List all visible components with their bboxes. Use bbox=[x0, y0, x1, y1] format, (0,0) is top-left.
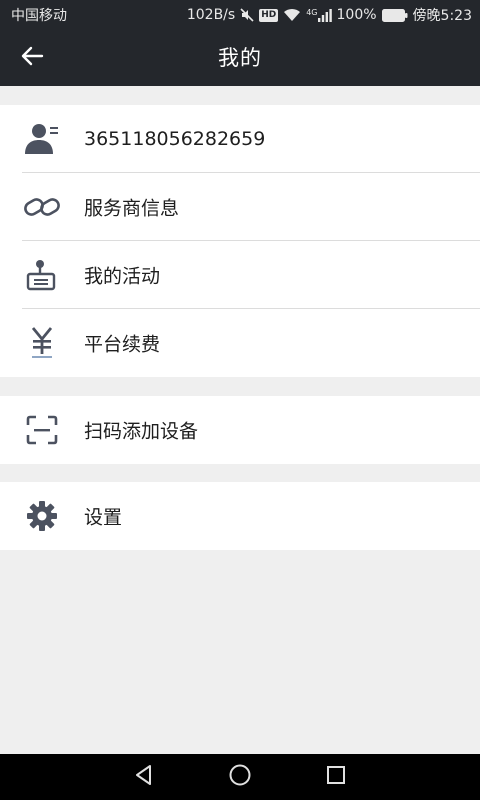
user-card-icon bbox=[22, 119, 62, 159]
hd-badge: HD bbox=[259, 8, 279, 22]
wifi-icon bbox=[283, 8, 301, 22]
menu-item-label: 我的活动 bbox=[84, 265, 161, 288]
arrow-left-icon bbox=[20, 44, 44, 72]
menu-item-my-activity[interactable]: 我的活动 bbox=[0, 241, 480, 309]
link-icon bbox=[22, 187, 62, 227]
menu-item-label: 平台续费 bbox=[84, 333, 161, 356]
menu-item-label: 扫码添加设备 bbox=[84, 420, 199, 443]
gear-icon bbox=[22, 496, 62, 536]
nav-back-button[interactable] bbox=[124, 757, 164, 797]
nav-home-button[interactable] bbox=[220, 757, 260, 797]
carrier-label: 中国移动 bbox=[11, 8, 67, 24]
title-bar: 我的 bbox=[0, 30, 480, 86]
menu-item-account[interactable]: 365118056282659 bbox=[0, 105, 480, 173]
network-speed: 102B/s bbox=[186, 7, 236, 23]
battery-percent: 100% bbox=[336, 7, 377, 23]
status-bar: 中国移动 102B/s HD 4G 100% 傍晚5:23 bbox=[0, 0, 480, 30]
menu-item-scan-add-device[interactable]: 扫码添加设备 bbox=[0, 396, 480, 464]
mute-icon bbox=[240, 8, 254, 22]
page-title: 我的 bbox=[218, 46, 262, 70]
menu-item-label: 服务商信息 bbox=[84, 197, 180, 220]
clock: 傍晚5:23 bbox=[412, 8, 472, 24]
circle-home-icon bbox=[228, 763, 252, 791]
nav-recents-button[interactable] bbox=[316, 757, 356, 797]
menu-item-provider-info[interactable]: 服务商信息 bbox=[0, 173, 480, 241]
menu-group-account: 365118056282659 服务商信息 我的活动 平台续费 bbox=[0, 105, 480, 377]
account-id: 365118056282659 bbox=[84, 128, 266, 150]
screen: 中国移动 102B/s HD 4G 100% 傍晚5:23 我的 3651180… bbox=[0, 0, 480, 800]
square-recents-icon bbox=[325, 764, 347, 790]
activity-icon bbox=[22, 255, 62, 295]
scan-icon bbox=[22, 410, 62, 450]
menu-item-label: 设置 bbox=[84, 506, 123, 529]
system-nav-bar bbox=[0, 754, 480, 800]
signal-icon: 4G bbox=[306, 7, 332, 22]
network-type: 4G bbox=[306, 7, 318, 17]
battery-icon bbox=[381, 8, 408, 22]
menu-group-settings: 设置 bbox=[0, 482, 480, 550]
menu-item-settings[interactable]: 设置 bbox=[0, 482, 480, 550]
triangle-back-icon bbox=[133, 764, 155, 790]
menu-group-scan: 扫码添加设备 bbox=[0, 396, 480, 464]
menu-item-platform-renewal[interactable]: 平台续费 bbox=[0, 309, 480, 377]
yuan-icon bbox=[22, 323, 62, 363]
back-button[interactable] bbox=[12, 38, 52, 78]
